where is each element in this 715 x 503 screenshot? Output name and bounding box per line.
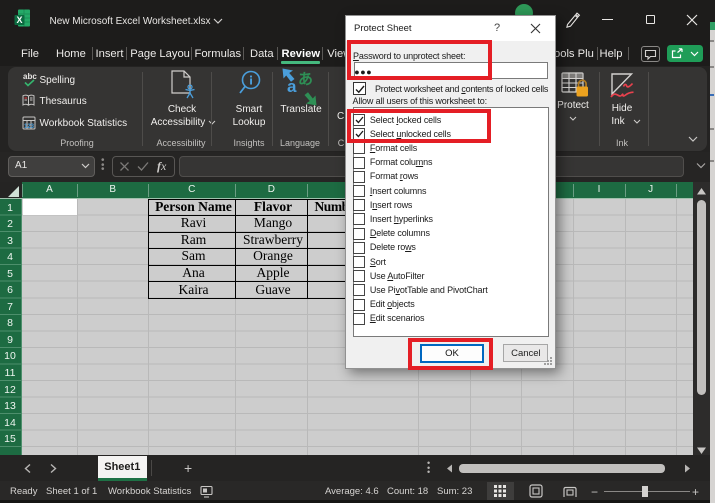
- svg-text:123: 123: [24, 124, 35, 130]
- svg-text:X: X: [16, 15, 22, 25]
